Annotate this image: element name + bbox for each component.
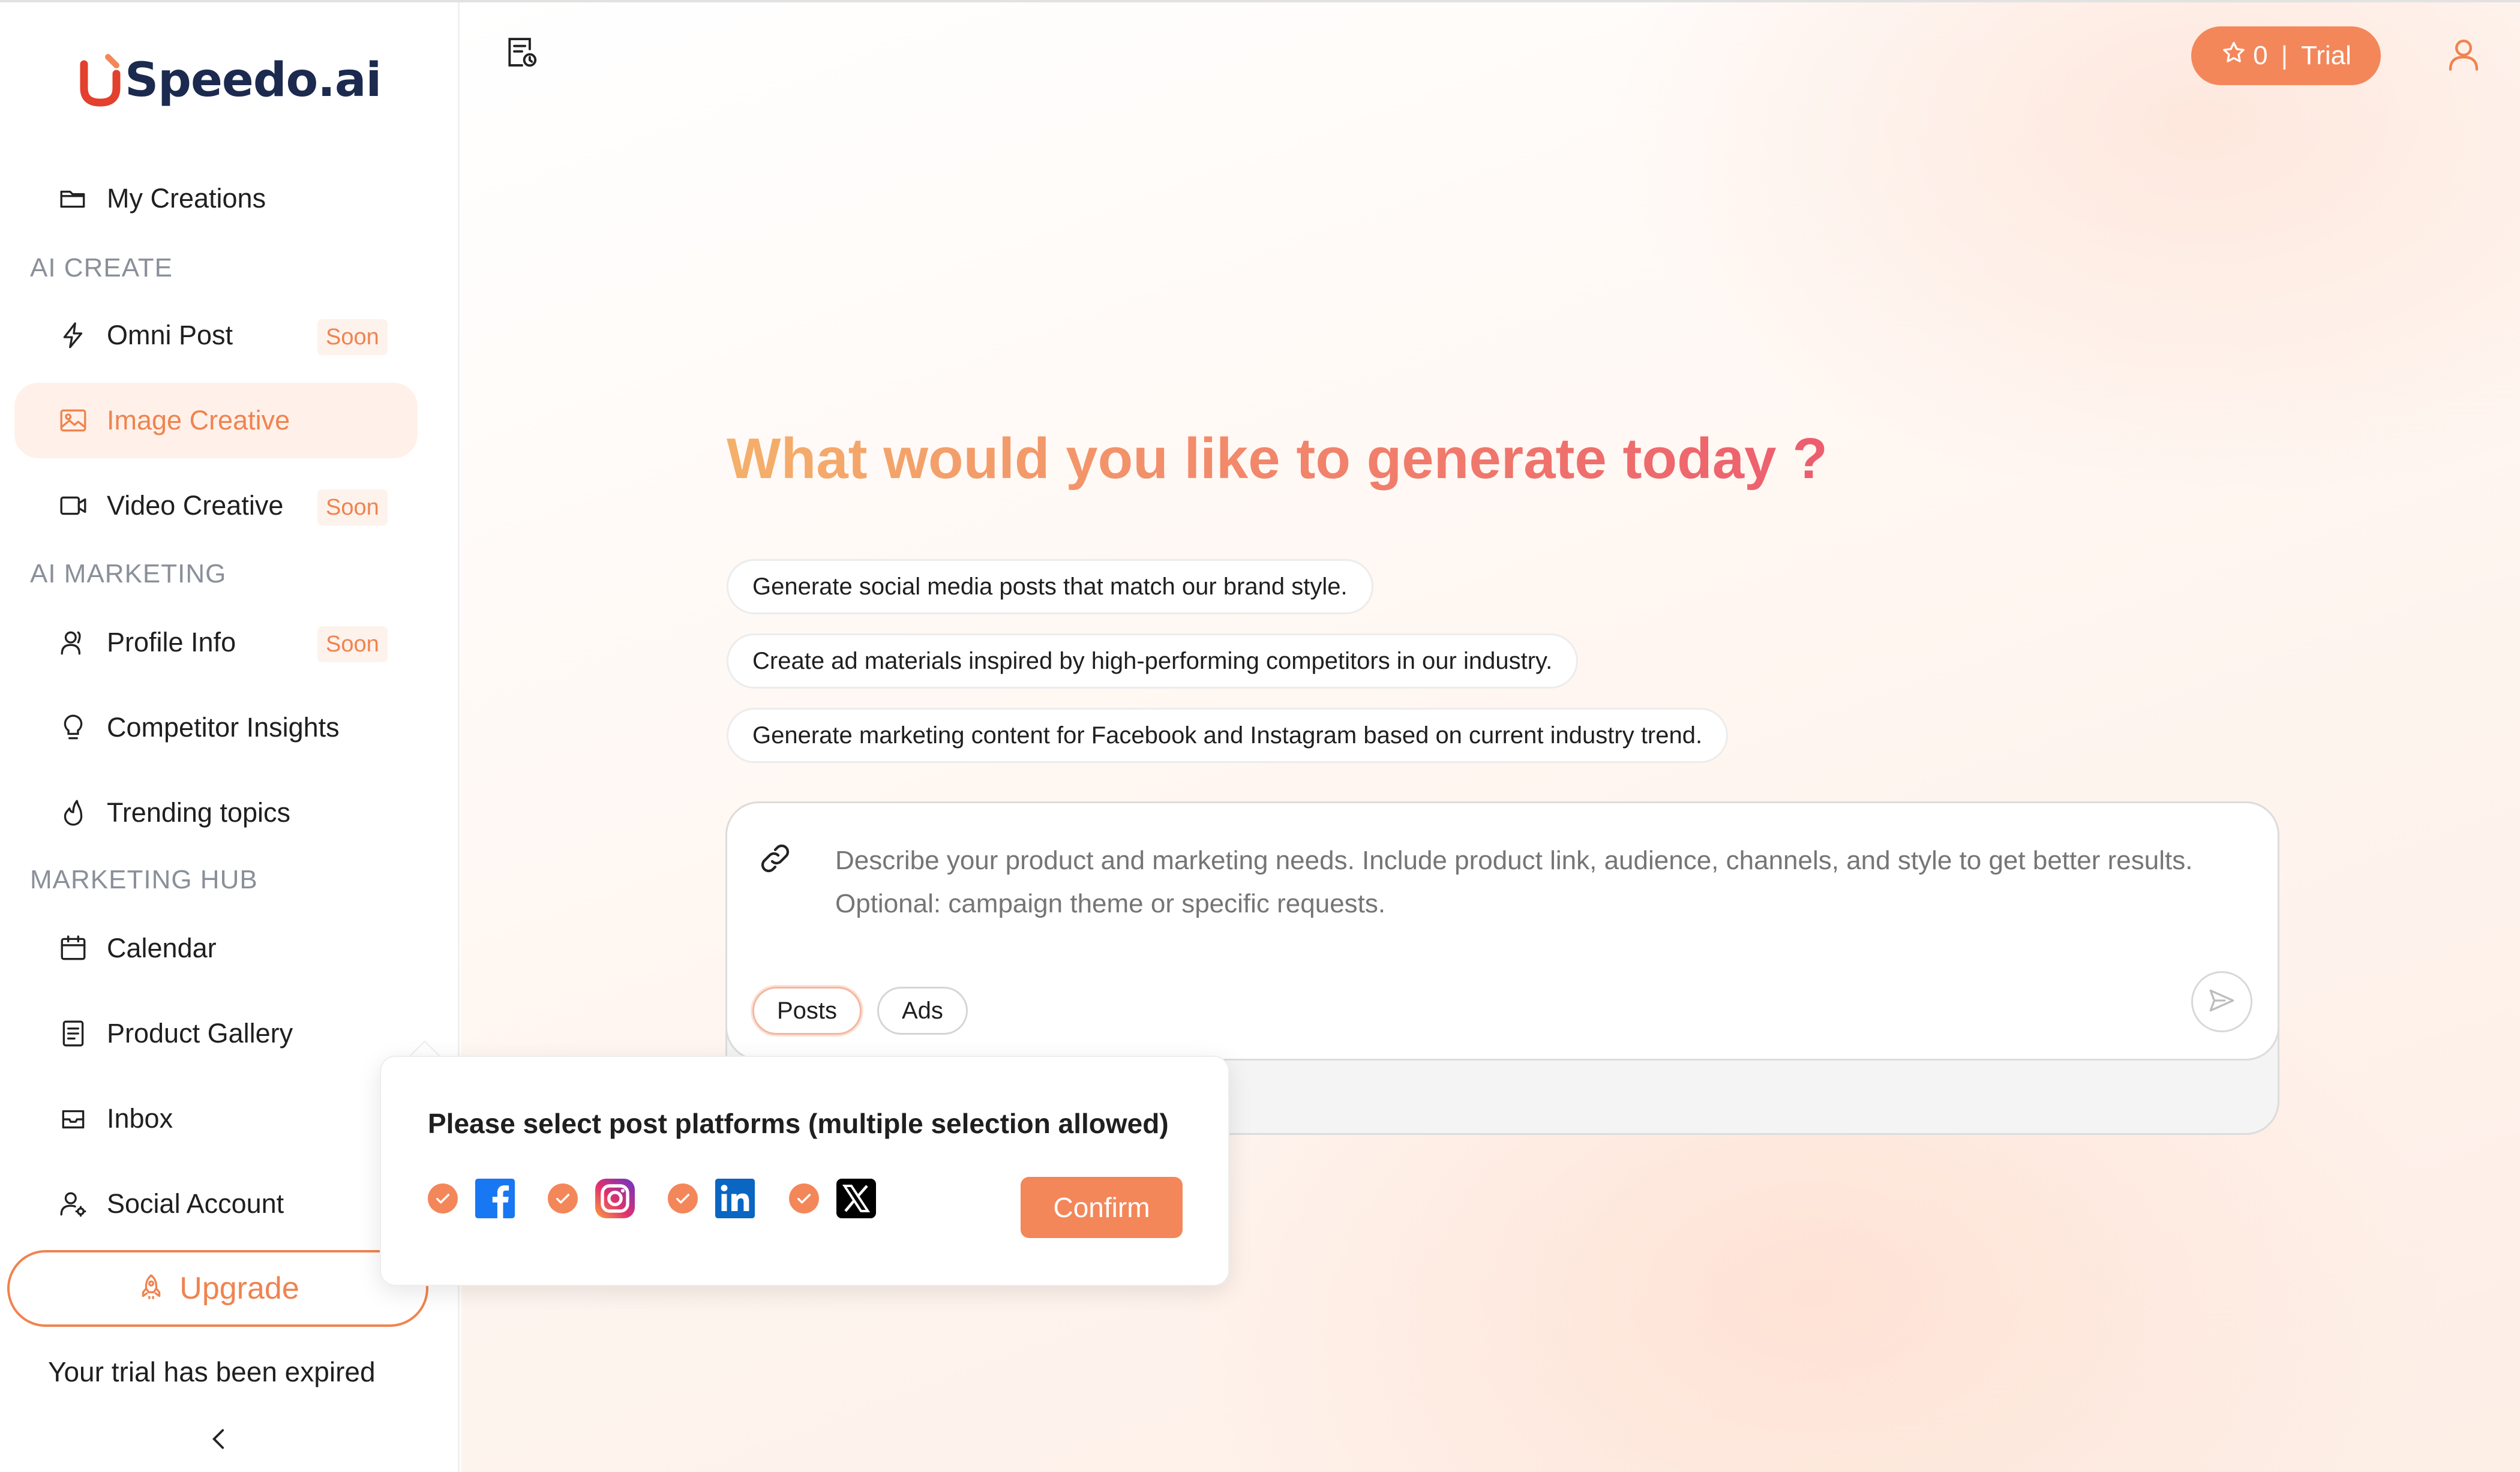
- suggestion-chip[interactable]: Generate marketing content for Facebook …: [727, 708, 1729, 763]
- logo-mark-icon: [78, 53, 122, 107]
- sidebar-item-my-creations[interactable]: My Creations: [14, 161, 418, 236]
- checkbox-checked-icon[interactable]: [668, 1183, 698, 1213]
- sidebar-item-product-gallery[interactable]: Product Gallery: [14, 996, 418, 1071]
- flame-icon: [58, 797, 89, 828]
- history-document-icon[interactable]: [503, 34, 541, 71]
- send-button[interactable]: [2191, 971, 2252, 1032]
- credits-count: 0: [2253, 41, 2268, 70]
- platform-option-linkedin[interactable]: [668, 1177, 757, 1220]
- image-icon: [58, 405, 89, 436]
- sidebar-item-omni-post[interactable]: Omni Post Soon: [14, 298, 418, 373]
- brand-name: Speedo.ai: [125, 53, 382, 107]
- facebook-icon: [473, 1177, 517, 1220]
- popover-title: Please select post platforms (multiple s…: [428, 1108, 1169, 1139]
- trial-expired-text: Your trial has been expired: [48, 1356, 376, 1387]
- checkbox-checked-icon[interactable]: [789, 1183, 819, 1213]
- brand-logo[interactable]: Speedo.ai: [78, 50, 382, 110]
- sidebar-item-label: Social Account: [107, 1188, 284, 1219]
- sidebar-item-image-creative[interactable]: Image Creative: [14, 383, 418, 458]
- inbox-icon: [58, 1103, 89, 1134]
- lightbulb-icon: [58, 712, 89, 743]
- sidebar-item-label: Image Creative: [107, 405, 290, 435]
- sidebar-item-calendar[interactable]: Calendar: [14, 911, 418, 986]
- sidebar-item-competitor-insights[interactable]: Competitor Insights: [14, 690, 418, 765]
- x-icon: [835, 1177, 878, 1220]
- instagram-icon: [593, 1177, 637, 1220]
- platform-select-popover: Please select post platforms (multiple s…: [380, 1056, 1229, 1286]
- send-icon: [2207, 986, 2237, 1019]
- sidebar-item-social-account[interactable]: Social Account: [14, 1166, 418, 1242]
- soon-badge: Soon: [317, 489, 388, 525]
- link-icon[interactable]: [757, 840, 793, 876]
- confirm-button[interactable]: Confirm: [1021, 1177, 1183, 1238]
- sidebar-item-label: Video Creative: [107, 490, 284, 521]
- upgrade-label: Upgrade: [179, 1271, 299, 1306]
- prompt-input[interactable]: [835, 839, 2215, 926]
- credits-trial-badge[interactable]: 0 | Trial: [2191, 26, 2381, 85]
- mode-ads-button[interactable]: Ads: [877, 987, 968, 1035]
- section-title-ai-marketing: AI MARKETING: [30, 559, 227, 588]
- page-headline: What would you like to generate today ?: [727, 426, 1828, 491]
- sidebar-item-label: Calendar: [107, 933, 217, 963]
- checkbox-checked-icon[interactable]: [428, 1183, 458, 1213]
- sidebar-item-video-creative[interactable]: Video Creative Soon: [14, 468, 418, 543]
- upgrade-button[interactable]: Upgrade: [7, 1250, 428, 1327]
- sidebar-item-label: My Creations: [107, 183, 266, 214]
- document-list-icon: [58, 1018, 89, 1049]
- sidebar-item-label: Competitor Insights: [107, 712, 340, 743]
- soon-badge: Soon: [317, 626, 388, 662]
- user-avatar-icon[interactable]: [2444, 35, 2483, 74]
- sidebar-item-label: Inbox: [107, 1103, 173, 1134]
- plan-label: Trial: [2301, 41, 2351, 70]
- sidebar-item-trending-topics[interactable]: Trending topics: [14, 775, 418, 851]
- suggestion-chip[interactable]: Create ad materials inspired by high-per…: [727, 633, 1579, 689]
- platform-option-x[interactable]: [789, 1177, 878, 1220]
- platform-option-facebook[interactable]: [428, 1177, 517, 1220]
- user-settings-icon: [58, 1188, 89, 1219]
- platform-option-instagram[interactable]: [548, 1177, 637, 1220]
- video-icon: [58, 490, 89, 521]
- prompt-input-card: Posts Ads: [725, 801, 2279, 1061]
- collapse-sidebar-chevron-left-icon[interactable]: [204, 1424, 234, 1454]
- section-title-marketing-hub: MARKETING HUB: [30, 865, 258, 894]
- sidebar-item-label: Trending topics: [107, 797, 290, 828]
- sidebar-item-label: Omni Post: [107, 320, 233, 350]
- profile-icon: [58, 627, 89, 658]
- sidebar-item-label: Product Gallery: [107, 1018, 293, 1049]
- sidebar-item-label: Profile Info: [107, 627, 236, 657]
- sidebar-item-inbox[interactable]: Inbox: [14, 1081, 418, 1156]
- star-icon: [2221, 40, 2247, 73]
- separator: |: [2281, 41, 2288, 70]
- soon-badge: Soon: [317, 319, 388, 355]
- rocket-icon: [136, 1272, 166, 1305]
- suggestion-chip[interactable]: Generate social media posts that match o…: [727, 559, 1373, 614]
- mode-posts-button[interactable]: Posts: [752, 987, 862, 1035]
- lightning-icon: [58, 320, 89, 351]
- linkedin-icon: [713, 1177, 757, 1220]
- checkbox-checked-icon[interactable]: [548, 1183, 578, 1213]
- section-title-ai-create: AI CREATE: [30, 253, 173, 283]
- sidebar-item-profile-info[interactable]: Profile Info Soon: [14, 605, 418, 680]
- calendar-icon: [58, 933, 89, 964]
- folder-icon: [58, 183, 89, 214]
